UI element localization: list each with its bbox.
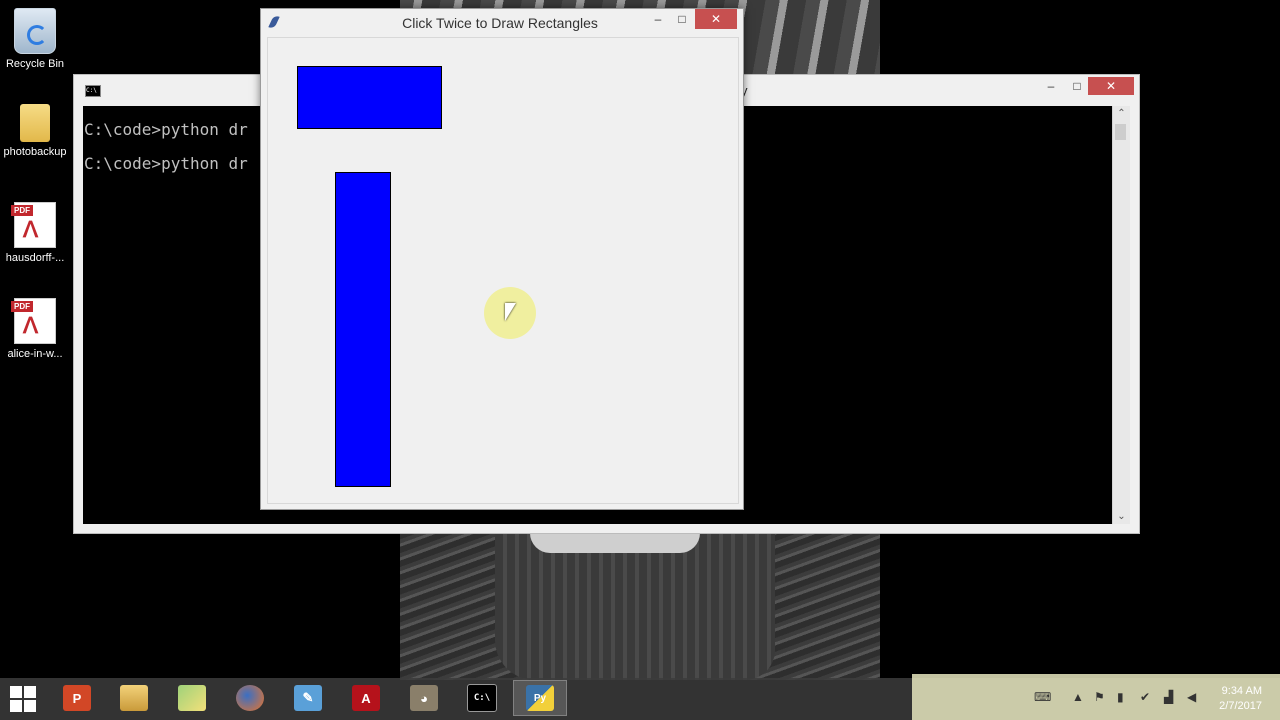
volume-icon[interactable]: ◀: [1187, 690, 1196, 704]
drawn-rectangle: [297, 66, 442, 129]
drawing-canvas[interactable]: [267, 37, 739, 504]
desktop-icon-photobackup[interactable]: photobackup: [0, 104, 70, 158]
desktop-icon-label: Recycle Bin: [5, 58, 65, 70]
close-button[interactable]: ✕: [1088, 77, 1134, 95]
mouse-cursor-icon: [505, 303, 516, 321]
notepad-icon: ✎: [294, 685, 322, 711]
clock-time: 9:34 AM: [1221, 685, 1262, 697]
maximize-button[interactable]: □: [669, 9, 695, 29]
windows-logo-icon: [10, 686, 22, 698]
wallpaper-shorts: [495, 533, 775, 680]
gimp-icon: ◕: [410, 685, 438, 711]
taskbar-acrobat[interactable]: A: [339, 680, 393, 716]
pdf-file-icon: PDF ᐱ: [11, 202, 56, 248]
file-explorer-icon: [120, 685, 148, 711]
firefox-icon: [236, 685, 264, 711]
scroll-up-icon[interactable]: ⌃: [1113, 108, 1130, 119]
taskbar-clock[interactable]: 9:34 AM 2/7/2017: [1219, 684, 1262, 714]
pdf-file-icon: PDF ᐱ: [11, 298, 56, 344]
cmd-icon: C:\: [467, 684, 497, 712]
start-button[interactable]: [10, 686, 36, 712]
desktop-icon-recycle-bin[interactable]: Recycle Bin: [0, 8, 70, 70]
drawn-rectangle: [335, 172, 391, 487]
acrobat-icon: A: [352, 685, 380, 711]
tk-window: Click Twice to Draw Rectangles – □ ✕: [260, 8, 744, 510]
desktop-icon-label: alice-in-w...: [7, 348, 63, 360]
acrobat-swirl: ᐱ: [23, 313, 39, 338]
security-icon[interactable]: ✔: [1140, 690, 1150, 704]
taskbar-folder[interactable]: [165, 680, 219, 716]
pdf-tag: PDF: [11, 301, 33, 312]
console-line: C:\code>python dr: [84, 120, 248, 139]
keyboard-icon[interactable]: ⌨: [1034, 690, 1051, 704]
cmd-icon: C:\: [85, 85, 101, 97]
taskbar-file-explorer[interactable]: [107, 680, 161, 716]
action-center-flag-icon[interactable]: ⚑: [1094, 690, 1105, 704]
minimize-button[interactable]: –: [1038, 77, 1064, 95]
folder-icon: [178, 685, 206, 711]
tk-feather-icon: [268, 14, 280, 30]
desktop-icon-alice[interactable]: PDF ᐱ alice-in-w...: [0, 298, 70, 360]
powerpoint-icon: P: [63, 685, 91, 711]
taskbar-notepad[interactable]: ✎: [281, 680, 335, 716]
console-line: C:\code>python dr: [84, 154, 248, 173]
console-scrollbar[interactable]: ⌃ ⌄: [1112, 106, 1130, 524]
taskbar-powerpoint[interactable]: P: [50, 680, 104, 716]
show-hidden-icons-icon[interactable]: ▲: [1072, 690, 1084, 704]
taskbar-python[interactable]: Py: [513, 680, 567, 716]
window-title: Click Twice to Draw Rectangles: [402, 15, 598, 31]
scroll-down-icon[interactable]: ⌄: [1113, 511, 1130, 522]
maximize-button[interactable]: □: [1064, 77, 1090, 95]
python-icon: Py: [526, 685, 554, 711]
desktop-icon-label: hausdorff-...: [5, 252, 65, 264]
taskbar-firefox[interactable]: [223, 680, 277, 716]
desktop-icon-label: photobackup: [3, 146, 67, 158]
recycle-bin-icon: [14, 8, 56, 54]
taskbar-cmd[interactable]: C:\: [455, 680, 509, 716]
desktop-icon-hausdorff[interactable]: PDF ᐱ hausdorff-...: [0, 202, 70, 264]
power-icon[interactable]: ▮: [1117, 690, 1124, 704]
close-button[interactable]: ✕: [695, 9, 737, 29]
pdf-tag: PDF: [11, 205, 33, 216]
tk-titlebar[interactable]: Click Twice to Draw Rectangles – □ ✕: [261, 9, 743, 37]
taskbar-gimp[interactable]: ◕: [397, 680, 451, 716]
network-icon[interactable]: ▟: [1164, 690, 1173, 704]
folder-icon: [20, 104, 50, 142]
clock-date: 2/7/2017: [1219, 700, 1262, 712]
minimize-button[interactable]: –: [645, 9, 671, 29]
wallpaper-skin: [530, 533, 700, 553]
acrobat-swirl: ᐱ: [23, 217, 39, 242]
scrollbar-thumb[interactable]: [1115, 124, 1126, 140]
